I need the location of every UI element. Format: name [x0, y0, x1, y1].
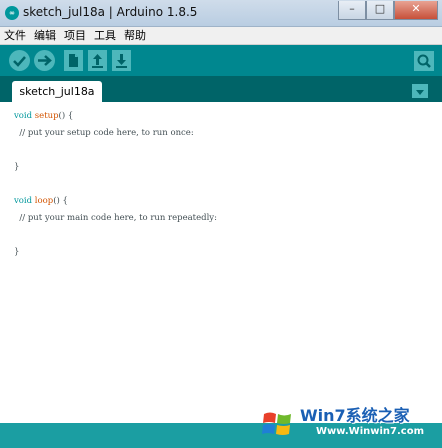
watermark-logo: Win7系统之家 Www.Winwin7.com [258, 398, 442, 448]
menu-help[interactable]: 帮助 [120, 27, 150, 44]
code-text: void setup() { // put your setup code he… [14, 108, 217, 261]
watermark-url: Www.Winwin7.com [316, 426, 425, 437]
save-button[interactable] [112, 50, 131, 71]
window-controls: – □ ✕ [338, 1, 438, 20]
new-button[interactable] [64, 50, 83, 71]
window-title: sketch_jul18a | Arduino 1.8.5 [23, 5, 198, 19]
menu-edit[interactable]: 编辑 [30, 27, 60, 44]
code-editor[interactable]: void setup() { // put your setup code he… [0, 102, 442, 422]
save-icon [116, 54, 127, 68]
code-line: void setup() { [14, 108, 217, 125]
serial-monitor-button[interactable] [414, 51, 434, 71]
open-icon [92, 54, 103, 68]
upload-button[interactable] [34, 50, 55, 71]
menu-tools[interactable]: 工具 [90, 27, 120, 44]
menu-file[interactable]: 文件 [0, 27, 30, 44]
code-punct: () { [58, 111, 74, 121]
tab-menu-button[interactable] [412, 84, 428, 98]
menu-sketch[interactable]: 项目 [60, 27, 90, 44]
code-line: void loop() { [14, 193, 217, 210]
function-name: setup [34, 111, 59, 121]
function-name: loop [34, 196, 54, 206]
open-button[interactable] [88, 50, 107, 71]
keyword: void [14, 196, 33, 206]
new-icon [69, 54, 78, 67]
arduino-logo-icon: ∞ [5, 6, 19, 20]
serial-monitor-icon [417, 54, 431, 68]
verify-icon [13, 56, 26, 67]
code-punct: () { [53, 196, 68, 206]
watermark-brand: Win7系统之家 [300, 406, 410, 425]
windows-logo-icon [262, 412, 291, 435]
close-button[interactable]: ✕ [394, 1, 438, 20]
verify-button[interactable] [9, 50, 30, 71]
toolbar [0, 45, 442, 76]
keyword: void [14, 111, 33, 121]
minimize-button[interactable]: – [338, 1, 366, 20]
upload-icon [38, 55, 52, 66]
tab-sketch[interactable]: sketch_jul18a [12, 81, 102, 102]
code-comment: // put your main code here, to run repea… [14, 213, 217, 223]
tab-menu-icon [416, 90, 424, 95]
code-line: } [14, 247, 20, 257]
code-comment: // put your setup code here, to run once… [14, 128, 194, 138]
title-bar: ∞ sketch_jul18a | Arduino 1.8.5 – □ ✕ [0, 0, 442, 27]
maximize-button[interactable]: □ [366, 1, 394, 20]
code-line: } [14, 162, 20, 172]
menu-bar: 文件 编辑 项目 工具 帮助 [0, 27, 442, 45]
tab-bar: sketch_jul18a [0, 76, 442, 102]
